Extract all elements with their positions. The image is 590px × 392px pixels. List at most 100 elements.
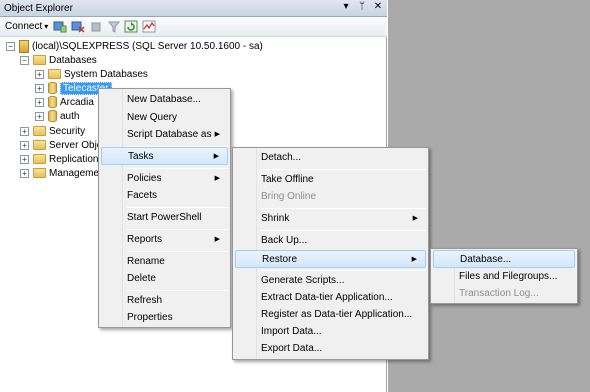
menu-item-transaction-log[interactable]: Transaction Log... [433, 285, 575, 303]
arcadia-label: Arcadia [60, 96, 94, 108]
window-position-dropdown-icon[interactable]: ▾ [340, 1, 352, 12]
submenu-arrow-icon: ▶ [411, 256, 417, 263]
activity-monitor-icon[interactable] [142, 20, 156, 33]
submenu-arrow-icon: ▶ [213, 153, 219, 160]
menu-item-take-offline[interactable]: Take Offline [235, 171, 426, 189]
menu-item-label: Bring Online [261, 191, 317, 202]
folder-icon [33, 168, 46, 178]
expand-server-objects-button[interactable]: + [20, 141, 29, 150]
menu-item-label: Files and Filegroups... [459, 271, 558, 282]
expand-replication-button[interactable]: + [20, 155, 29, 164]
menu-item-shrink[interactable]: Shrink ▶ [235, 210, 426, 228]
tree-node-auth[interactable]: auth [48, 109, 79, 123]
menu-item-label: Tasks [128, 151, 154, 162]
menu-item-label: Refresh [127, 295, 163, 306]
menu-item-restore-database[interactable]: Database... [433, 250, 575, 268]
menu-separator [127, 229, 228, 230]
menu-separator [261, 169, 426, 170]
menu-item-label: Facets [127, 190, 158, 201]
databases-label: Databases [49, 54, 97, 66]
object-explorer-toolbar: Connect ▾ [0, 17, 387, 37]
tree-node-server-objects[interactable]: Server Obje [33, 138, 102, 152]
menu-item-label: Script Database as [127, 129, 212, 140]
filter-icon[interactable] [107, 20, 121, 33]
menu-item-label: Policies [127, 173, 162, 184]
menu-item-rename[interactable]: Rename [101, 253, 228, 271]
menu-separator [127, 168, 228, 169]
folder-icon [33, 140, 46, 150]
connect-button[interactable]: Connect ▾ [5, 21, 48, 32]
menu-item-tasks[interactable]: Tasks ▶ [101, 147, 228, 165]
database-icon [48, 110, 57, 122]
menu-item-label: Import Data... [261, 326, 322, 337]
connect-object-explorer-icon[interactable] [53, 20, 67, 33]
menu-separator [127, 290, 228, 291]
tree-node-replication[interactable]: Replication [33, 152, 98, 166]
tree-node-system-databases[interactable]: System Databases [48, 67, 148, 81]
menu-item-label: New Database... [127, 94, 201, 105]
object-explorer-title-bar: Object Explorer ▾ ᛘ ✕ [0, 0, 387, 17]
expand-system-databases-button[interactable]: + [35, 70, 44, 79]
menu-item-label: Back Up... [261, 235, 308, 246]
menu-item-delete[interactable]: Delete [101, 270, 228, 288]
menu-item-export-data[interactable]: Export Data... [235, 340, 426, 358]
menu-item-label: Rename [127, 256, 165, 267]
menu-item-files-and-filegroups[interactable]: Files and Filegroups... [433, 268, 575, 286]
menu-item-new-database[interactable]: New Database... [101, 91, 228, 109]
replication-label: Replication [49, 153, 99, 165]
menu-item-facets[interactable]: Facets [101, 187, 228, 205]
server-objects-label: Server Obje [49, 139, 103, 151]
disconnect-icon[interactable] [71, 20, 85, 33]
menu-item-detach[interactable]: Detach... [235, 149, 426, 167]
close-icon[interactable]: ✕ [372, 1, 384, 12]
tree-node-security[interactable]: Security [33, 124, 85, 138]
menu-item-new-query[interactable]: New Query [101, 109, 228, 127]
chevron-down-icon: ▾ [44, 22, 49, 31]
security-label: Security [49, 125, 86, 137]
menu-item-restore[interactable]: Restore ▶ [235, 250, 426, 268]
menu-item-register-data-tier-application[interactable]: Register as Data-tier Application... [235, 306, 426, 324]
stop-icon[interactable] [89, 20, 103, 33]
menu-item-label: Restore [262, 254, 298, 265]
folder-icon [33, 154, 46, 164]
menu-item-generate-scripts[interactable]: Generate Scripts... [235, 272, 426, 290]
expand-telecaster-button[interactable]: + [35, 84, 44, 93]
collapse-server-button[interactable]: − [6, 42, 15, 51]
tree-node-server[interactable]: (local)\SQLEXPRESS (SQL Server 10.50.160… [19, 39, 263, 53]
menu-item-label: Generate Scripts... [261, 275, 345, 286]
collapse-databases-button[interactable]: − [20, 56, 29, 65]
management-label: Managemen [49, 167, 105, 179]
tree-node-arcadia[interactable]: Arcadia [48, 95, 94, 109]
menu-item-script-database-as[interactable]: Script Database as ▶ [101, 126, 228, 144]
menu-item-back-up[interactable]: Back Up... [235, 232, 426, 250]
expand-arcadia-button[interactable]: + [35, 98, 44, 107]
menu-item-refresh[interactable]: Refresh [101, 292, 228, 310]
submenu-arrow-icon: ▶ [214, 175, 220, 182]
menu-item-label: Delete [127, 273, 156, 284]
tasks-submenu: Detach... Take Offline Bring Online Shri… [232, 147, 429, 360]
auto-hide-pin-icon[interactable]: ᛘ [356, 1, 368, 12]
expand-auth-button[interactable]: + [35, 112, 44, 121]
menu-item-label: Shrink [261, 213, 290, 224]
menu-item-extract-data-tier-application[interactable]: Extract Data-tier Application... [235, 289, 426, 307]
expand-security-button[interactable]: + [20, 127, 29, 136]
system-databases-label: System Databases [64, 68, 148, 80]
tree-node-management[interactable]: Managemen [33, 166, 105, 180]
menu-item-start-powershell[interactable]: Start PowerShell [101, 209, 228, 227]
database-context-menu: New Database... New Query Script Databas… [98, 88, 231, 328]
tree-node-databases[interactable]: Databases [33, 53, 97, 67]
menu-separator [127, 207, 228, 208]
menu-item-reports[interactable]: Reports ▶ [101, 231, 228, 249]
submenu-arrow-icon: ▶ [214, 131, 220, 138]
menu-item-label: Export Data... [261, 343, 323, 354]
menu-item-label: Detach... [261, 152, 302, 163]
pane-title: Object Explorer [4, 3, 73, 14]
menu-item-properties[interactable]: Properties [101, 309, 228, 327]
menu-item-label: Register as Data-tier Application... [261, 309, 413, 320]
menu-item-policies[interactable]: Policies ▶ [101, 170, 228, 188]
menu-separator [261, 230, 426, 231]
menu-item-bring-online[interactable]: Bring Online [235, 188, 426, 206]
menu-item-import-data[interactable]: Import Data... [235, 323, 426, 341]
refresh-icon[interactable] [124, 20, 138, 33]
expand-management-button[interactable]: + [20, 169, 29, 178]
